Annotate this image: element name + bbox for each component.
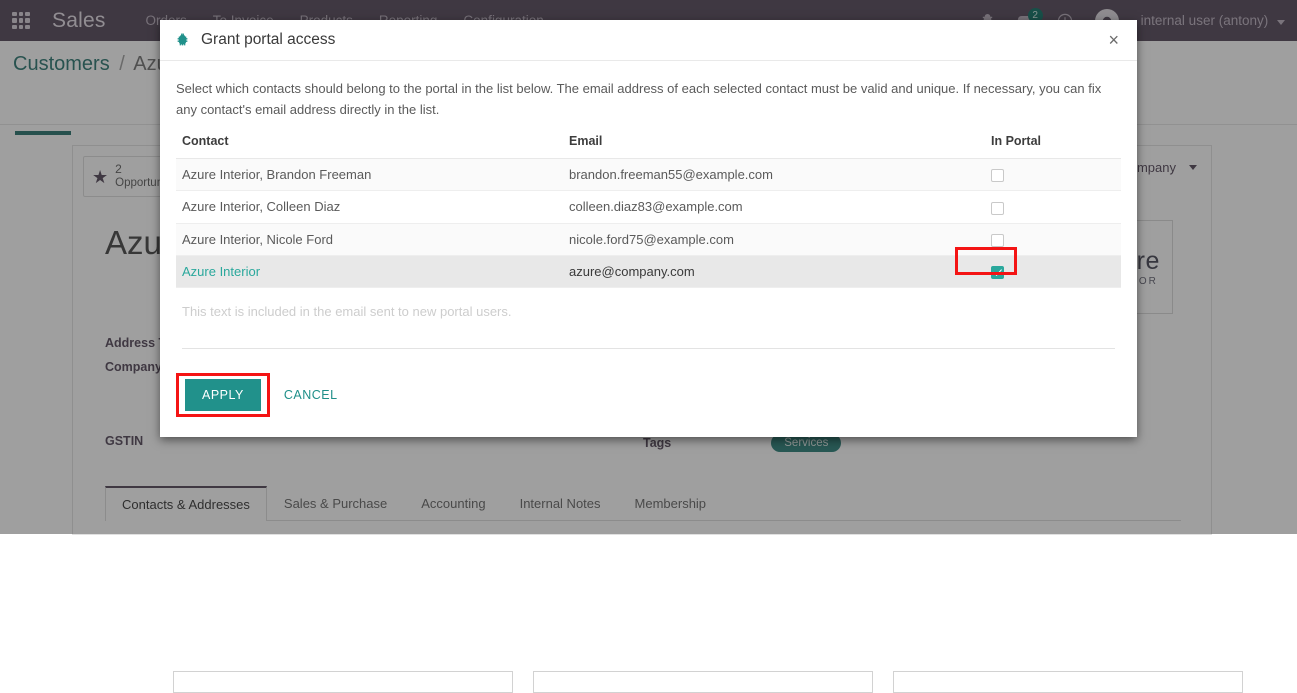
cell-contact-email[interactable]: azure@company.com bbox=[563, 255, 985, 288]
dialog-title: Grant portal access bbox=[201, 31, 336, 48]
apply-button-highlight-box: APPLY bbox=[176, 372, 270, 417]
in-portal-checkbox[interactable] bbox=[991, 265, 1004, 279]
bug-icon bbox=[175, 32, 190, 48]
welcome-message-placeholder[interactable]: This text is included in the email sent … bbox=[182, 304, 1115, 342]
cell-contact-email[interactable]: brandon.freeman55@example.com bbox=[563, 158, 985, 192]
dialog-footer: APPLY CANCEL bbox=[160, 357, 1137, 437]
cancel-button[interactable]: CANCEL bbox=[280, 379, 342, 411]
table-row[interactable]: Azure Interior, Colleen Diaz colleen.dia… bbox=[176, 190, 1121, 224]
grant-portal-access-dialog: Grant portal access × Select which conta… bbox=[160, 20, 1137, 437]
table-body: Azure Interior, Brandon Freeman brandon.… bbox=[176, 158, 1121, 288]
contact-card-1[interactable] bbox=[173, 671, 513, 693]
cell-in-portal bbox=[985, 223, 1121, 256]
cell-contact-name: Azure Interior bbox=[176, 255, 563, 288]
in-portal-checkbox[interactable] bbox=[991, 233, 1004, 247]
cell-in-portal bbox=[985, 190, 1121, 224]
in-portal-checkbox[interactable] bbox=[991, 201, 1004, 215]
table-head: Contact Email In Portal bbox=[176, 134, 1121, 160]
cell-in-portal bbox=[955, 246, 1121, 288]
contact-card-3[interactable] bbox=[893, 671, 1243, 693]
cell-contact-name: Azure Interior, Nicole Ford bbox=[176, 223, 563, 256]
close-icon[interactable]: × bbox=[1106, 31, 1121, 49]
cell-in-portal bbox=[985, 158, 1121, 192]
cell-contact-email[interactable]: nicole.ford75@example.com bbox=[563, 223, 985, 256]
contact-card-2[interactable] bbox=[533, 671, 873, 693]
cell-contact-name: Azure Interior, Brandon Freeman bbox=[176, 158, 563, 192]
table-header-row: Contact Email In Portal bbox=[176, 134, 1121, 160]
column-header-contact: Contact bbox=[176, 134, 563, 160]
table-row[interactable]: Azure Interior azure@company.com bbox=[176, 246, 1121, 288]
contact-cards-row bbox=[173, 671, 1243, 693]
dialog-header: Grant portal access × bbox=[160, 20, 1137, 61]
portal-contacts-table: Contact Email In Portal Azure Interior, … bbox=[176, 134, 1121, 288]
dialog-intro-text: Select which contacts should belong to t… bbox=[176, 81, 1102, 118]
table-row[interactable]: Azure Interior, Nicole Ford nicole.ford7… bbox=[176, 223, 1121, 256]
cell-contact-name: Azure Interior, Colleen Diaz bbox=[176, 190, 563, 224]
apply-button[interactable]: APPLY bbox=[185, 378, 261, 411]
table-row[interactable]: Azure Interior, Brandon Freeman brandon.… bbox=[176, 158, 1121, 192]
in-portal-checkbox[interactable] bbox=[991, 169, 1004, 183]
welcome-message-divider bbox=[182, 347, 1115, 349]
cell-contact-email[interactable]: colleen.diaz83@example.com bbox=[563, 190, 985, 224]
column-header-email: Email bbox=[563, 134, 985, 160]
dialog-body: Select which contacts should belong to t… bbox=[160, 61, 1137, 357]
welcome-message-area: This text is included in the email sent … bbox=[176, 304, 1121, 349]
column-header-in-portal: In Portal bbox=[985, 134, 1121, 160]
